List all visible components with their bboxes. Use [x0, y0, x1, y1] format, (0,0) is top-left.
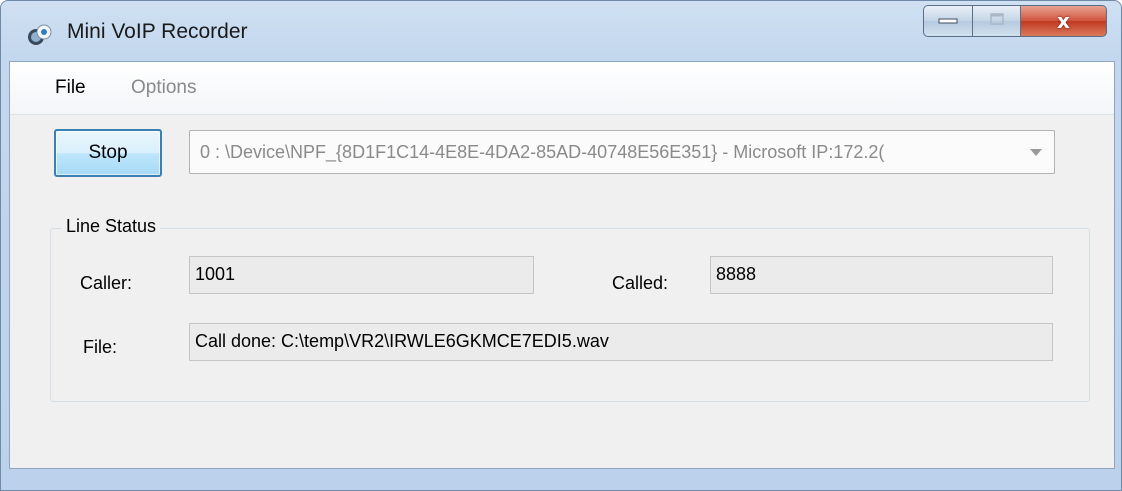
file-field[interactable]: Call done: C:\temp\VR2\IRWLE6GKMCE7EDI5.…: [189, 323, 1053, 361]
caller-field[interactable]: 1001: [189, 256, 534, 294]
called-label: Called:: [612, 273, 669, 293]
line-status-group: [50, 228, 1090, 402]
menu-file[interactable]: File: [55, 77, 86, 99]
menu-bar: File Options: [10, 62, 1114, 115]
client-area: File Options Stop 0 : \Device\NPF_{8D1F1…: [9, 61, 1115, 469]
minimize-icon: [937, 12, 959, 30]
chevron-down-icon[interactable]: [1030, 149, 1042, 156]
menu-options[interactable]: Options: [131, 77, 196, 99]
close-icon: x: [1057, 9, 1070, 33]
caller-label: Caller:: [80, 273, 133, 293]
called-field[interactable]: 8888: [710, 256, 1053, 294]
maximize-icon: [989, 12, 1005, 31]
maximize-button[interactable]: [973, 5, 1021, 37]
app-recorder-icon[interactable]: [27, 23, 53, 47]
file-label: File:: [83, 337, 118, 357]
line-status-title: Line Status: [62, 216, 161, 237]
device-select[interactable]: 0 : \Device\NPF_{8D1F1C14-4E8E-4DA2-85AD…: [189, 130, 1055, 174]
stop-button[interactable]: Stop: [54, 129, 162, 177]
caption-buttons: x: [923, 5, 1107, 37]
app-window: Mini VoIP Recorder x File Options Stop 0…: [0, 0, 1122, 491]
minimize-button[interactable]: [923, 5, 973, 37]
device-select-value: 0 : \Device\NPF_{8D1F1C14-4E8E-4DA2-85AD…: [200, 142, 885, 162]
close-button[interactable]: x: [1021, 5, 1107, 37]
title-bar[interactable]: Mini VoIP Recorder x: [1, 1, 1121, 61]
window-title: Mini VoIP Recorder: [67, 20, 248, 43]
